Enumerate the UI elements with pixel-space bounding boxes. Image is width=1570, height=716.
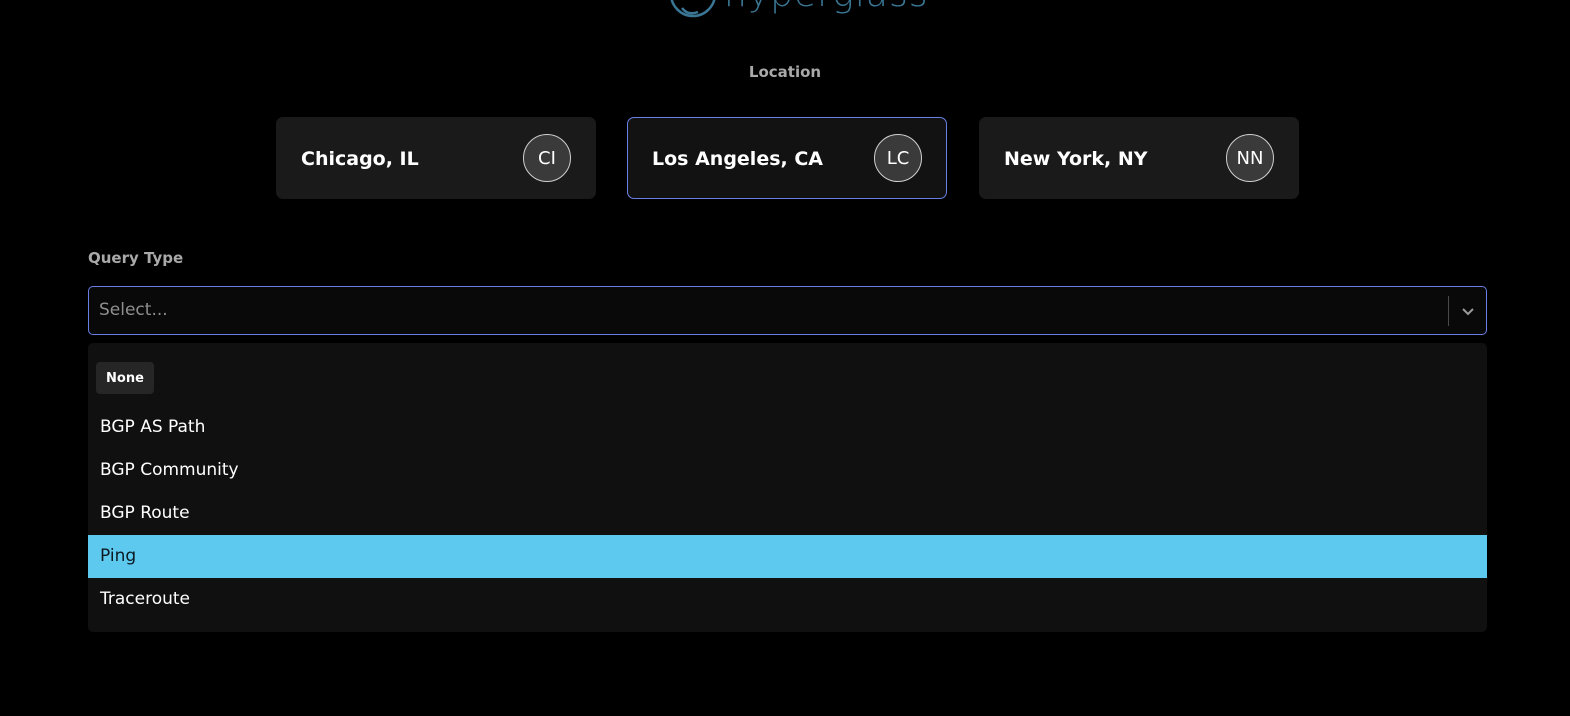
query-type-input[interactable]: [99, 287, 1429, 333]
query-type-dropdown-menu: None BGP AS Path BGP Community BGP Route…: [88, 343, 1487, 632]
query-type-select[interactable]: [88, 286, 1487, 335]
option-group-label: None: [96, 362, 154, 394]
location-card-los-angeles[interactable]: Los Angeles, CA LC: [627, 117, 947, 199]
option-bgp-route[interactable]: BGP Route: [88, 492, 1487, 535]
select-divider: [1448, 296, 1449, 326]
location-card-new-york[interactable]: New York, NY NN: [979, 117, 1299, 199]
location-name: Chicago, IL: [301, 148, 419, 170]
query-type-label: Query Type: [88, 249, 184, 267]
location-avatar: NN: [1226, 134, 1274, 182]
location-name: New York, NY: [1004, 148, 1148, 170]
location-avatar: LC: [874, 134, 922, 182]
logo-text: hyperglass: [724, 0, 928, 15]
location-avatar: CI: [523, 134, 571, 182]
option-bgp-as-path[interactable]: BGP AS Path: [88, 406, 1487, 449]
location-name: Los Angeles, CA: [652, 148, 823, 170]
hyperglass-logo-icon: [670, 0, 716, 18]
chevron-down-icon[interactable]: [1458, 301, 1478, 321]
option-ping[interactable]: Ping: [88, 535, 1487, 578]
option-bgp-community[interactable]: BGP Community: [88, 449, 1487, 492]
location-label: Location: [748, 63, 822, 81]
location-card-chicago[interactable]: Chicago, IL CI: [276, 117, 596, 199]
hyperglass-logo[interactable]: hyperglass: [668, 0, 927, 20]
option-traceroute[interactable]: Traceroute: [88, 578, 1487, 621]
